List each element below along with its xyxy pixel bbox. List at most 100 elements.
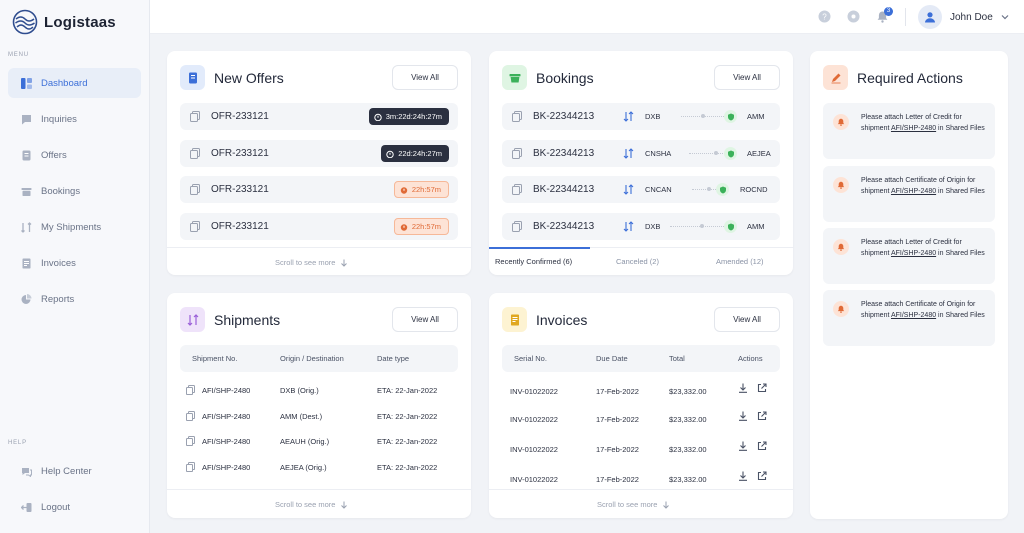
document-icon (512, 221, 522, 232)
shipment-location: AMM (Dest.) (280, 412, 323, 421)
required-action-item[interactable]: Please attach Certificate of Origin for … (823, 290, 995, 346)
sidebar-item-label: Bookings (41, 185, 81, 197)
offer-id: OFR-233121 (211, 184, 269, 195)
required-action-text: Please attach Letter of Credit for shipm… (861, 114, 985, 132)
table-row[interactable]: AFI/SHP-2480 AEJEA (Orig.) ETA: 22-Jan-2… (180, 457, 458, 481)
sidebar-nav: Dashboard Inquiries Offers Bookings My S… (8, 68, 141, 320)
svg-text:?: ? (822, 13, 827, 22)
column-header: Actions (738, 354, 763, 363)
download-icon[interactable] (738, 383, 748, 393)
table-row[interactable]: INV-01022022 17-Feb-2022 $23,332.00 (502, 439, 780, 463)
download-icon[interactable] (738, 441, 748, 451)
shield-check-icon (724, 110, 737, 123)
shipment-link[interactable]: AFI/SHP-2480 (891, 188, 936, 195)
offer-row[interactable]: OFR-233121 22h:57m (180, 176, 458, 203)
card-divider (489, 489, 793, 490)
stopwatch-icon (386, 150, 394, 158)
sidebar-item-dashboard[interactable]: Dashboard (8, 68, 141, 98)
offer-row[interactable]: OFR-233121 3m:22d:24h:27m (180, 103, 458, 130)
shipments-view-all-button[interactable]: View All (392, 307, 458, 332)
invoices-view-all-button[interactable]: View All (714, 307, 780, 332)
shield-check-icon (724, 147, 737, 160)
invoices-icon (20, 257, 32, 269)
open-external-icon[interactable] (757, 441, 767, 451)
shipment-link[interactable]: AFI/SHP-2480 (891, 250, 936, 257)
shipments-table-header: Shipment No. Origin / Destination Date t… (180, 345, 458, 372)
open-external-icon[interactable] (757, 383, 767, 393)
shipments-scroll-hint[interactable]: Scroll to see more (275, 500, 348, 509)
offer-row[interactable]: OFR-233121 22h:57m (180, 213, 458, 240)
app-logo[interactable]: Logistaas (12, 9, 116, 35)
column-header: Date type (377, 354, 410, 363)
download-icon[interactable] (738, 471, 748, 481)
required-action-item[interactable]: Please attach Letter of Credit for shipm… (823, 103, 995, 159)
invoice-serial: INV-01022022 (510, 415, 558, 424)
card-title: Required Actions (857, 69, 963, 86)
tab-recently-confirmed[interactable]: Recently Confirmed (6) (495, 257, 572, 266)
booking-origin: DXB (645, 222, 661, 231)
table-row[interactable]: AFI/SHP-2480 AEAUH (Orig.) ETA: 22-Jan-2… (180, 431, 458, 455)
offers-scroll-hint[interactable]: Scroll to see more (275, 258, 348, 267)
reports-icon (20, 293, 32, 305)
dashboard-icon (20, 77, 32, 89)
route-line (689, 153, 727, 154)
tab-canceled[interactable]: Canceled (2) (616, 257, 659, 266)
shipment-number: AFI/SHP-2480 (202, 412, 251, 421)
table-row[interactable]: AFI/SHP-2480 AMM (Dest.) ETA: 22-Jan-202… (180, 406, 458, 430)
open-external-icon[interactable] (757, 411, 767, 421)
card-divider (167, 489, 471, 490)
invoice-serial: INV-01022022 (510, 475, 558, 484)
help-icon[interactable]: ? (818, 10, 831, 23)
sidebar-item-label: Dashboard (41, 77, 88, 89)
tab-amended[interactable]: Amended (12) (716, 257, 764, 266)
arrow-down-icon (663, 501, 670, 509)
download-icon[interactable] (738, 411, 748, 421)
sidebar-item-help-center[interactable]: Help Center (8, 456, 141, 486)
offer-timer-text: 3m:22d:24h:27m (385, 112, 442, 121)
sidebar-item-reports[interactable]: Reports (8, 284, 141, 314)
sidebar-item-label: Invoices (41, 257, 76, 269)
sidebar-item-inquiries[interactable]: Inquiries (8, 104, 141, 134)
sidebar-item-logout[interactable]: Logout (8, 492, 141, 522)
offers-view-all-button[interactable]: View All (392, 65, 458, 90)
invoices-scroll-hint[interactable]: Scroll to see more (597, 500, 670, 509)
table-row[interactable]: INV-01022022 17-Feb-2022 $23,332.00 (502, 409, 780, 433)
settings-icon[interactable] (847, 10, 860, 23)
required-action-item[interactable]: Please attach Certificate of Origin for … (823, 166, 995, 222)
shipment-link[interactable]: AFI/SHP-2480 (891, 312, 936, 319)
sidebar-item-label: Offers (41, 149, 67, 161)
required-action-item[interactable]: Please attach Letter of Credit for shipm… (823, 228, 995, 284)
table-row[interactable]: AFI/SHP-2480 DXB (Orig.) ETA: 22-Jan-202… (180, 380, 458, 404)
sidebar-item-bookings[interactable]: Bookings (8, 176, 141, 206)
transfer-arrows-icon (623, 111, 634, 122)
required-actions-card-icon (823, 65, 848, 90)
user-menu[interactable]: John Doe (918, 5, 1009, 29)
column-header: Serial No. (514, 354, 547, 363)
sidebar-item-offers[interactable]: Offers (8, 140, 141, 170)
transfer-arrows-icon (623, 184, 634, 195)
booking-row[interactable]: BK-22344213 CNSHA AEJEA (502, 140, 780, 167)
open-external-icon[interactable] (757, 471, 767, 481)
sidebar-item-label: Logout (41, 501, 71, 513)
document-icon (512, 184, 522, 195)
required-actions-card: Required Actions Please attach Letter of… (810, 51, 1008, 519)
column-header: Shipment No. (192, 354, 238, 363)
shipment-link[interactable]: AFI/SHP-2480 (891, 125, 936, 132)
booking-row[interactable]: BK-22344213 CNCAN ROCND (502, 176, 780, 203)
booking-row[interactable]: BK-22344213 DXB AMM (502, 103, 780, 130)
sidebar-item-invoices[interactable]: Invoices (8, 248, 141, 278)
card-title: New Offers (214, 69, 284, 86)
invoice-total: $23,332.00 (669, 387, 707, 396)
bookings-view-all-button[interactable]: View All (714, 65, 780, 90)
alert-bell-icon (833, 114, 849, 130)
sidebar-item-my-shipments[interactable]: My Shipments (8, 212, 141, 242)
document-icon (190, 184, 200, 195)
booking-row[interactable]: BK-22344213 DXB AMM (502, 213, 780, 240)
table-row[interactable]: INV-01022022 17-Feb-2022 $23,332.00 (502, 381, 780, 405)
column-header: Total (669, 354, 685, 363)
bookings-card: Bookings View All BK-22344213 DXB AMM BK… (489, 51, 794, 275)
offer-row[interactable]: OFR-233121 22d:24h:27m (180, 140, 458, 167)
arrow-down-icon (341, 501, 348, 509)
invoice-due-date: 17-Feb-2022 (596, 415, 639, 424)
offer-timer-warning: 22h:57m (393, 181, 449, 198)
